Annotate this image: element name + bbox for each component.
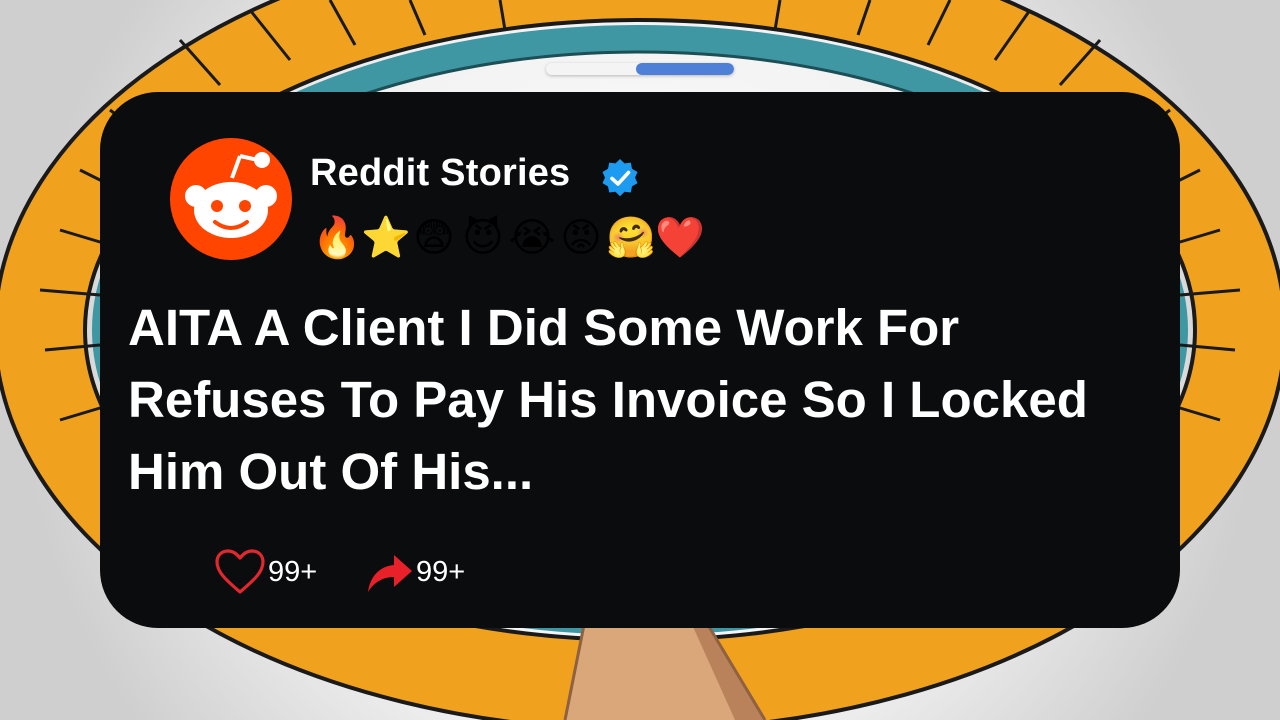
post-title: AITA A Client I Did Some Work For Refuse…: [128, 299, 1088, 500]
devil-face-emoji: 😈: [462, 215, 504, 261]
angry-face-emoji: 😡: [560, 215, 602, 261]
star-emoji: ⭐: [361, 215, 411, 261]
reaction-emoji-row: 🔥 ⭐ 😨 😈 😭 😡 🤗 ❤️: [312, 214, 705, 262]
share-arrow-icon[interactable]: [364, 546, 414, 596]
video-progress-bar[interactable]: [546, 63, 734, 75]
heart-outline-icon[interactable]: [214, 548, 266, 596]
channel-name[interactable]: Reddit Stories: [310, 152, 570, 195]
reddit-snoo-icon: [170, 138, 292, 260]
crying-face-emoji: 😭: [508, 215, 556, 261]
fire-emoji: 🔥: [312, 215, 362, 261]
fearful-face-emoji: 😨: [413, 215, 455, 261]
hugging-face-emoji: 🤗: [606, 215, 656, 261]
like-count: 99+: [268, 556, 318, 588]
heart-emoji: ❤️: [655, 215, 705, 261]
video-progress-fill: [636, 63, 734, 75]
verified-badge-icon: [602, 158, 638, 197]
share-count: 99+: [416, 556, 466, 588]
post-card: Reddit Stories 🔥 ⭐ 😨 😈 😭 😡 🤗 ❤️ AITA A C…: [100, 92, 1180, 628]
